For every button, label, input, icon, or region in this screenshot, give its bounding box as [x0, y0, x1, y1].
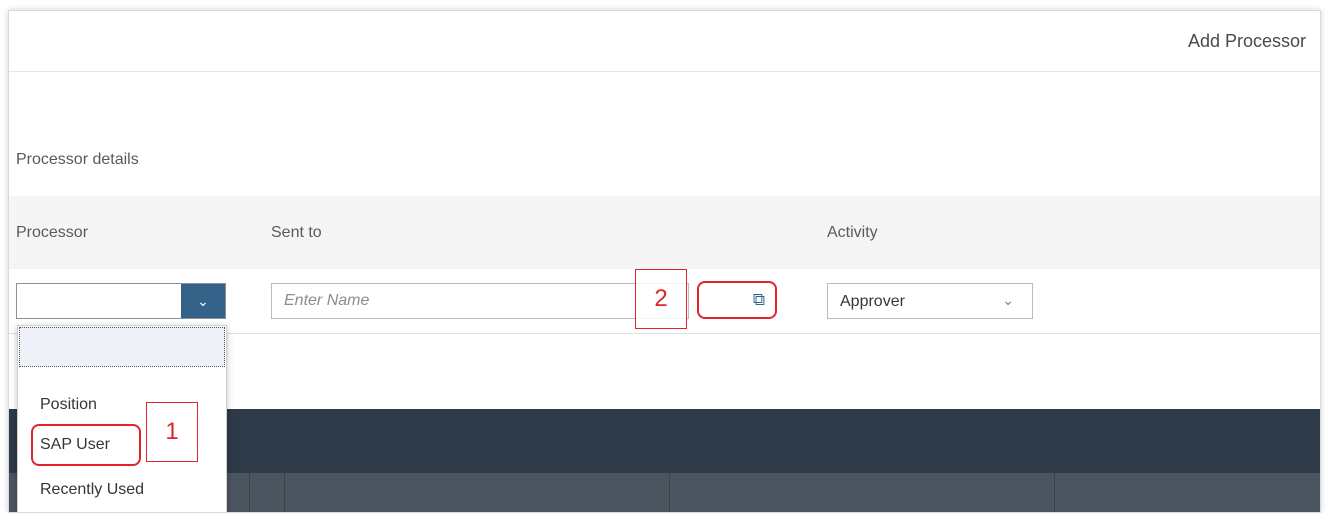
dropdown-option-recently-used[interactable]: Recently Used — [40, 481, 144, 499]
dialog-header: Add Processor — [9, 11, 1320, 72]
add-processor-dialog: Add Processor Processor details Processo… — [8, 10, 1321, 513]
section-title: Processor details — [16, 151, 139, 168]
chevron-down-icon[interactable]: ⌄ — [181, 284, 225, 318]
processor-select[interactable]: ⌄ — [16, 283, 226, 319]
dropdown-option-sap-user[interactable]: SAP User — [40, 436, 110, 454]
column-header-sent-to: Sent to — [271, 224, 322, 241]
dialog-title: Add Processor — [1187, 31, 1306, 51]
chevron-down-icon[interactable]: ⌄ — [1002, 292, 1014, 309]
table-column-divider — [669, 473, 670, 512]
table-column-divider — [249, 473, 250, 512]
activity-select[interactable]: Approver ⌄ — [827, 283, 1033, 319]
sent-to-input[interactable] — [272, 284, 688, 318]
dropdown-option-blank[interactable] — [19, 327, 225, 367]
sent-to-input-wrapper — [271, 283, 689, 319]
value-help-button[interactable]: ⧉ — [697, 281, 777, 319]
dropdown-option-position[interactable]: Position — [40, 396, 97, 414]
value-help-icon[interactable]: ⧉ — [753, 290, 765, 310]
table-column-divider — [284, 473, 285, 512]
activity-select-value: Approver — [840, 293, 905, 310]
table-column-divider — [1054, 473, 1055, 512]
column-header-activity: Activity — [827, 224, 878, 241]
column-header-processor: Processor — [16, 224, 89, 241]
callout-2: 2 — [635, 269, 687, 329]
column-header-row: Processor Sent to Activity — [9, 196, 1320, 270]
callout-1: 1 — [146, 402, 198, 462]
